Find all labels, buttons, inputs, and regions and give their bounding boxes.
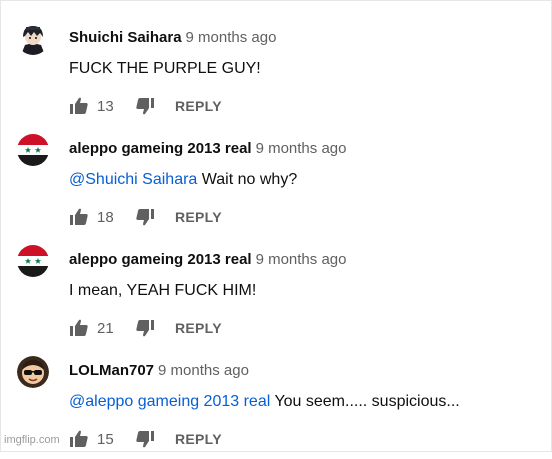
like-count: 15 xyxy=(97,430,114,448)
avatar[interactable] xyxy=(17,23,49,55)
comment-item: aleppo gameing 2013 real 9 months ago @Sh… xyxy=(1,126,552,237)
comment-body: I mean, YEAH FUCK HIM! xyxy=(69,282,257,299)
comment-actions: 15 REPLY xyxy=(69,428,222,450)
thumbs-down-icon[interactable] xyxy=(135,429,155,449)
comment-text: I mean, YEAH FUCK HIM! xyxy=(69,281,256,301)
thumbs-up-icon[interactable] xyxy=(69,96,89,116)
comment-actions: 21 REPLY xyxy=(69,317,222,339)
comment-header: aleppo gameing 2013 real 9 months ago xyxy=(69,140,346,158)
mention-link[interactable]: @Shuichi Saihara xyxy=(69,171,197,188)
anime-character-icon xyxy=(17,23,49,55)
sunglasses-face-icon xyxy=(17,356,49,388)
thumbs-up-icon[interactable] xyxy=(69,429,89,449)
thumbs-up-icon[interactable] xyxy=(69,318,89,338)
timestamp[interactable]: 9 months ago xyxy=(256,251,347,268)
timestamp[interactable]: 9 months ago xyxy=(256,140,347,157)
like-count: 18 xyxy=(97,208,114,226)
comment-text: @aleppo gameing 2013 real You seem..... … xyxy=(69,392,460,412)
syria-flag-icon xyxy=(17,245,49,277)
timestamp[interactable]: 9 months ago xyxy=(158,362,249,379)
thumbs-up-icon[interactable] xyxy=(69,207,89,227)
thumbs-down-icon[interactable] xyxy=(135,318,155,338)
comment-body: Wait no why? xyxy=(201,171,298,188)
comment-item: LOLMan707 9 months ago @aleppo gameing 20… xyxy=(1,348,552,459)
author-name[interactable]: aleppo gameing 2013 real xyxy=(69,251,252,268)
comment-item: Shuichi Saihara 9 months ago FUCK THE PUR… xyxy=(1,15,552,126)
avatar[interactable] xyxy=(17,245,49,277)
comments-panel: Shuichi Saihara 9 months ago FUCK THE PUR… xyxy=(0,0,552,452)
reply-button[interactable]: REPLY xyxy=(175,209,222,225)
thumbs-down-icon[interactable] xyxy=(135,96,155,116)
like-count: 21 xyxy=(97,319,114,337)
reply-button[interactable]: REPLY xyxy=(175,320,222,336)
avatar[interactable] xyxy=(17,134,49,166)
avatar[interactable] xyxy=(17,356,49,388)
timestamp[interactable]: 9 months ago xyxy=(186,29,277,46)
comment-body: FUCK THE PURPLE GUY! xyxy=(69,60,261,77)
comment-text: @Shuichi Saihara Wait no why? xyxy=(69,170,297,190)
author-name[interactable]: LOLMan707 xyxy=(69,362,154,379)
comment-body: You seem..... suspicious... xyxy=(274,393,460,410)
mention-link[interactable]: @aleppo gameing 2013 real xyxy=(69,393,270,410)
watermark: imgflip.com xyxy=(4,434,60,446)
comment-actions: 18 REPLY xyxy=(69,206,222,228)
author-name[interactable]: Shuichi Saihara xyxy=(69,29,182,46)
author-name[interactable]: aleppo gameing 2013 real xyxy=(69,140,252,157)
thumbs-down-icon[interactable] xyxy=(135,207,155,227)
comment-actions: 13 REPLY xyxy=(69,95,222,117)
syria-flag-icon xyxy=(17,134,49,166)
reply-button[interactable]: REPLY xyxy=(175,431,222,447)
comment-header: LOLMan707 9 months ago xyxy=(69,362,249,380)
like-count: 13 xyxy=(97,97,114,115)
comment-header: aleppo gameing 2013 real 9 months ago xyxy=(69,251,346,269)
reply-button[interactable]: REPLY xyxy=(175,98,222,114)
comment-text: FUCK THE PURPLE GUY! xyxy=(69,59,261,79)
comment-header: Shuichi Saihara 9 months ago xyxy=(69,29,276,47)
comment-item: aleppo gameing 2013 real 9 months ago I m… xyxy=(1,237,552,348)
